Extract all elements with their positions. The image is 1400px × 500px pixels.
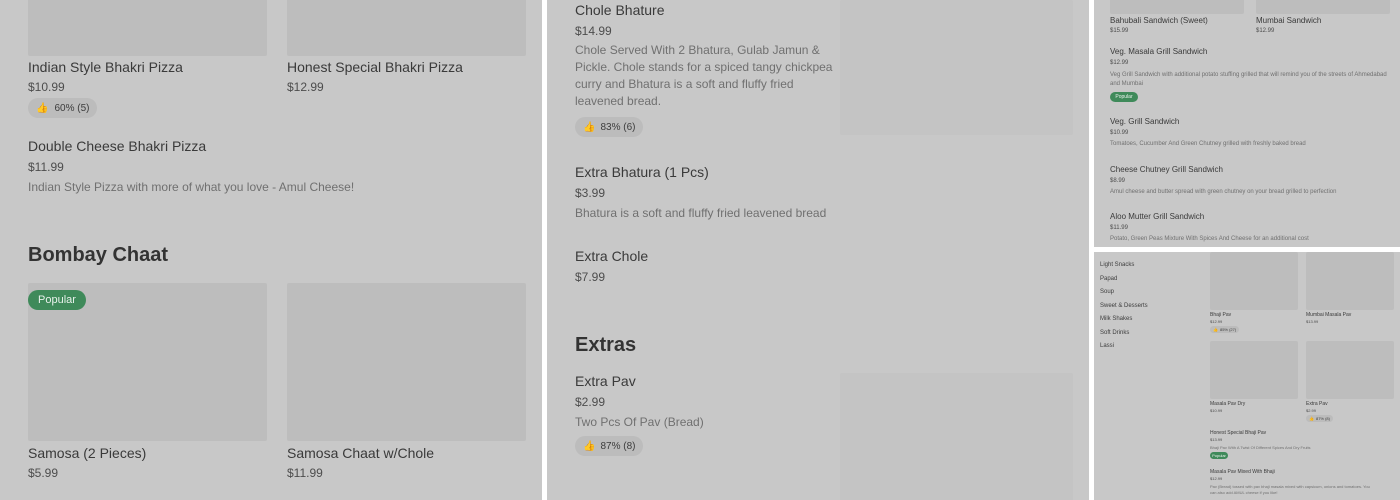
item-price: $2.99 bbox=[575, 395, 606, 409]
item-title[interactable]: Extra Pav bbox=[1306, 401, 1328, 407]
item-price: $13.99 bbox=[1210, 437, 1223, 442]
item-description: Veg Grill Sandwich with additional potat… bbox=[1110, 72, 1387, 87]
item-image[interactable] bbox=[287, 0, 526, 56]
item-price: $5.99 bbox=[28, 466, 59, 480]
item-title[interactable]: Samosa Chaat w/Chole bbox=[287, 445, 434, 461]
item-title[interactable]: Extra Chole bbox=[575, 248, 648, 264]
rating-badge: 👍 87% (8) bbox=[575, 436, 644, 456]
item-title[interactable]: Masala Pav Mixed With Bhaji bbox=[1210, 469, 1275, 475]
panel-pizza-chaat: Indian Style Bhakri Pizza $10.99 👍 60% (… bbox=[0, 0, 542, 500]
section-heading: Bombay Chaat bbox=[28, 244, 169, 266]
rating-badge: 👍 85% (27) bbox=[1210, 326, 1240, 333]
item-description: Pav (Bread) tossed with pav bhaji masala… bbox=[1210, 484, 1370, 489]
item-image[interactable] bbox=[840, 373, 1073, 500]
thumbs-up-icon: 👍 bbox=[583, 121, 596, 133]
sidebar-item[interactable]: Milk Shakes bbox=[1100, 316, 1190, 330]
item-price: $7.99 bbox=[575, 270, 606, 284]
item-description: Two Pcs Of Pav (Bread) bbox=[575, 415, 704, 429]
rating-text: 87% (8) bbox=[600, 440, 636, 452]
item-price: $3.99 bbox=[575, 186, 606, 200]
item-price: $15.99 bbox=[1110, 28, 1129, 34]
item-description: Amul cheese and butter spread with green… bbox=[1110, 189, 1337, 195]
item-image[interactable] bbox=[1210, 341, 1298, 399]
item-price: $12.99 bbox=[1210, 476, 1223, 481]
thumbs-up-icon: 👍 bbox=[583, 440, 596, 452]
rating-text: 83% (6) bbox=[600, 121, 636, 133]
thumbs-up-icon: 👍 bbox=[1309, 416, 1314, 421]
item-image[interactable] bbox=[1210, 252, 1298, 310]
rating-badge: 👍 60% (5) bbox=[28, 98, 98, 118]
rating-text: 87% (8) bbox=[1315, 416, 1330, 421]
panel-sandwiches: Bahubali Sandwich (Sweet) $15.99 Mumbai … bbox=[1094, 0, 1400, 247]
item-description: Indian Style Pizza with more of what you… bbox=[28, 180, 355, 194]
item-price: $11.99 bbox=[287, 466, 323, 480]
item-title[interactable]: Indian Style Bhakri Pizza bbox=[28, 59, 183, 75]
sidebar-item[interactable]: Papad bbox=[1100, 276, 1190, 290]
item-price: $12.99 bbox=[287, 80, 324, 94]
section-heading: Extras bbox=[575, 334, 637, 356]
item-price: $10.99 bbox=[1110, 130, 1129, 136]
item-price: $13.99 bbox=[1306, 319, 1319, 324]
sidebar-item[interactable]: Soup bbox=[1100, 289, 1190, 303]
panel-chole-extras: Chole Bhature $14.99 Chole Served With 2… bbox=[547, 0, 1089, 500]
item-price: $14.99 bbox=[575, 24, 612, 38]
item-title[interactable]: Bhaji Pav bbox=[1210, 312, 1231, 318]
item-price: $12.99 bbox=[1110, 60, 1129, 66]
item-description: Bhatura is a soft and fluffy fried leave… bbox=[575, 206, 827, 220]
item-title[interactable]: Veg. Masala Grill Sandwich bbox=[1110, 47, 1207, 56]
item-description: Chole Served With 2 Bhatura, Gulab Jamun… bbox=[575, 43, 833, 108]
category-sidebar: Light Snacks Papad Soup Sweet & Desserts… bbox=[1100, 262, 1190, 357]
item-description: Bhaji Pav With A Twist Of Different Spic… bbox=[1210, 445, 1311, 450]
popular-badge: Popular bbox=[28, 290, 86, 310]
item-image[interactable] bbox=[1110, 0, 1244, 14]
item-image[interactable] bbox=[1256, 0, 1390, 14]
rating-text: 60% (5) bbox=[54, 102, 90, 114]
item-title[interactable]: Bahubali Sandwich (Sweet) bbox=[1110, 16, 1208, 25]
item-image[interactable] bbox=[840, 0, 1073, 135]
popular-badge: Popular bbox=[1110, 92, 1138, 102]
sidebar-item[interactable]: Soft Drinks bbox=[1100, 330, 1190, 344]
rating-badge: 👍 83% (6) bbox=[575, 117, 644, 137]
item-image[interactable] bbox=[287, 283, 526, 441]
sidebar-item[interactable]: Lassi bbox=[1100, 343, 1190, 357]
popular-badge: Popular bbox=[1210, 452, 1228, 459]
item-title[interactable]: Mumbai Sandwich bbox=[1256, 16, 1321, 25]
item-price: $12.99 bbox=[1256, 28, 1275, 34]
rating-text: 85% (27) bbox=[1219, 327, 1237, 332]
item-title[interactable]: Cheese Chutney Grill Sandwich bbox=[1110, 165, 1223, 174]
item-price: $11.99 bbox=[1110, 225, 1128, 231]
item-price: $10.99 bbox=[28, 80, 65, 94]
item-title[interactable]: Veg. Grill Sandwich bbox=[1110, 117, 1179, 126]
item-image[interactable] bbox=[1306, 341, 1394, 399]
item-title[interactable]: Masala Pav Dry bbox=[1210, 401, 1245, 407]
panel-pav-bhaji: Light Snacks Papad Soup Sweet & Desserts… bbox=[1094, 252, 1400, 500]
thumbs-up-icon: 👍 bbox=[36, 102, 49, 114]
item-price: $12.99 bbox=[1210, 319, 1223, 324]
sidebar-item[interactable]: Sweet & Desserts bbox=[1100, 303, 1190, 317]
item-price: $10.99 bbox=[1210, 408, 1223, 413]
item-title[interactable]: Chole Bhature bbox=[575, 2, 665, 18]
item-description: Tomatoes, Cucumber And Green Chutney gri… bbox=[1110, 141, 1306, 147]
item-title[interactable]: Aloo Mutter Grill Sandwich bbox=[1110, 212, 1204, 221]
sidebar-item[interactable]: Light Snacks bbox=[1100, 262, 1190, 276]
item-title[interactable]: Mumbai Masala Pav bbox=[1306, 312, 1351, 318]
item-image[interactable] bbox=[28, 0, 267, 56]
item-title[interactable]: Honest Special Bhakri Pizza bbox=[287, 59, 463, 75]
item-image[interactable] bbox=[1306, 252, 1394, 310]
item-price: $8.99 bbox=[1110, 178, 1126, 184]
item-title[interactable]: Double Cheese Bhakri Pizza bbox=[28, 138, 206, 154]
item-title[interactable]: Honest Special Bhaji Pav bbox=[1210, 430, 1266, 436]
rating-badge: 👍 87% (8) bbox=[1306, 415, 1333, 422]
item-title[interactable]: Samosa (2 Pieces) bbox=[28, 445, 146, 461]
item-description: Potato, Green Peas Mixture With Spices A… bbox=[1110, 236, 1309, 242]
item-title[interactable]: Extra Pav bbox=[575, 373, 636, 389]
item-description: can also add AMUL cheese if you like! bbox=[1210, 490, 1278, 495]
thumbs-up-icon: 👍 bbox=[1213, 327, 1218, 332]
item-title[interactable]: Extra Bhatura (1 Pcs) bbox=[575, 164, 709, 180]
item-price: $11.99 bbox=[28, 160, 64, 174]
item-price: $2.99 bbox=[1306, 408, 1317, 413]
